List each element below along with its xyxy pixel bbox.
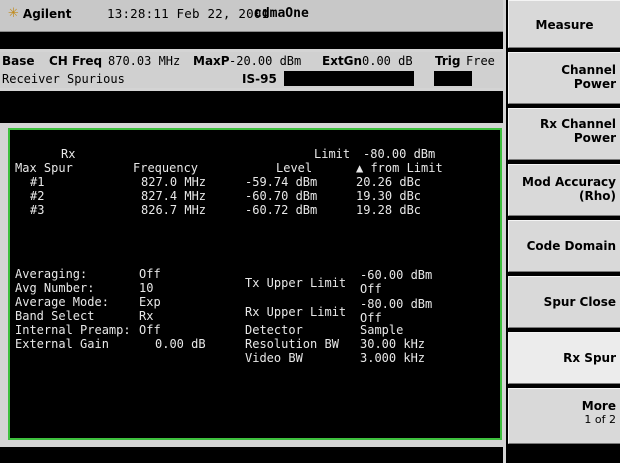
ext-gain-label: External Gain: [15, 337, 109, 351]
spur-id: #2: [30, 189, 45, 203]
video-bw-label: Video BW: [245, 351, 303, 365]
video-bw-value: 3.000 kHz: [360, 351, 426, 365]
annotation-bar: [0, 91, 503, 123]
maxp-value: -20.00 dBm: [229, 54, 302, 68]
spur-level: -60.70 dBm: [245, 189, 318, 203]
spur-delta: 19.30 dBc: [356, 189, 422, 203]
res-bw-label: Resolution BW: [245, 337, 339, 351]
spur-level: -60.72 dBm: [245, 203, 318, 217]
header-bar: ✳ Agilent 13:28:11 Feb 22, 2001 cdmaOne: [0, 0, 503, 32]
extgn-value: 0.00 dB: [362, 54, 413, 68]
button-label: Rx Channel: [540, 117, 616, 131]
res-bw-value: 30.00 kHz: [360, 337, 426, 351]
spur-frequency: 827.4 MHz: [141, 189, 207, 203]
standard-label: IS-95: [242, 72, 277, 86]
spur-frequency: 827.0 MHz: [141, 175, 207, 189]
message-bar: [0, 32, 503, 49]
tx-upper-limit-label: Tx Upper Limit: [245, 276, 347, 290]
spur-close-button[interactable]: Spur Close: [508, 276, 620, 328]
status-line-2: Receiver Spurious IS-95: [0, 70, 503, 88]
limit-label: Limit: [314, 147, 351, 161]
button-label: (Rho): [579, 189, 616, 203]
spur-delta: 19.28 dBc: [356, 203, 422, 217]
mod-accuracy-rho-button[interactable]: Mod Accuracy (Rho): [508, 164, 620, 216]
avg-number-label: Avg Number:: [15, 281, 95, 295]
time: 13:28:11: [107, 6, 169, 21]
trig-label: Trig: [435, 54, 461, 68]
button-label: Power: [573, 77, 616, 91]
brand-name: Agilent: [22, 6, 72, 21]
col-max-spur: Max Spur: [15, 161, 73, 175]
spur-id: #1: [30, 175, 45, 189]
brand: ✳ Agilent: [8, 6, 71, 21]
indicator-box: [284, 71, 414, 86]
status-line: Base CH Freq 870.03 MHz MaxP -20.00 dBm …: [0, 52, 503, 70]
analyzer-screen: ✳ Agilent 13:28:11 Feb 22, 2001 cdmaOne …: [0, 0, 620, 463]
button-label: Power: [573, 131, 616, 145]
agilent-spark-icon: ✳: [8, 6, 19, 21]
averaging-value: Off: [139, 267, 161, 281]
detector-value: Sample: [360, 323, 404, 337]
code-domain-button[interactable]: Code Domain: [508, 220, 620, 272]
trig-value: Free: [466, 54, 495, 68]
rx-upper-limit-value: -80.00 dBm: [360, 297, 433, 311]
band-select-label: Band Select: [15, 309, 95, 323]
col-level: Level: [276, 161, 313, 175]
button-label: Mod Accuracy: [522, 175, 616, 189]
avg-mode-label: Average Mode:: [15, 295, 109, 309]
measurement-name: Receiver Spurious: [2, 72, 125, 86]
spur-frequency: 826.7 MHz: [141, 203, 207, 217]
preamp-label: Internal Preamp:: [15, 323, 131, 337]
button-label: Code Domain: [526, 239, 616, 253]
spur-level: -59.74 dBm: [245, 175, 318, 189]
maxp-label: MaxP: [193, 54, 230, 68]
ch-freq-label: CH Freq: [49, 54, 103, 68]
mode-label: cdmaOne: [254, 6, 309, 21]
page-indicator: 1 of 2: [584, 413, 616, 426]
preamp-value: Off: [139, 323, 161, 337]
rx-upper-limit-label: Rx Upper Limit: [245, 305, 347, 319]
datetime: 13:28:11 Feb 22, 2001: [107, 6, 269, 21]
mode-base: Base: [2, 54, 35, 68]
delta-from-limit-label: ▲ from Limit: [356, 161, 443, 175]
spur-id: #3: [30, 203, 45, 217]
more-button[interactable]: More 1 of 2: [508, 388, 620, 444]
rx-spur-button[interactable]: Rx Spur: [508, 332, 620, 384]
averaging-label: Averaging:: [15, 267, 88, 281]
ch-freq-value: 870.03 MHz: [108, 54, 181, 68]
limit-value: -80.00 dBm: [363, 147, 436, 161]
avg-mode-value: Exp: [139, 295, 161, 309]
tx-upper-limit-value: -60.00 dBm: [360, 268, 433, 282]
detector-label: Detector: [245, 323, 303, 337]
softkey-panel: Measure Channel Power Rx Channel Power M…: [506, 0, 620, 463]
button-label: Rx Spur: [563, 351, 616, 365]
rx-channel-power-button[interactable]: Rx Channel Power: [508, 108, 620, 160]
extgn-label: ExtGn: [322, 54, 363, 68]
button-label: Channel: [561, 63, 616, 77]
button-label: More: [581, 399, 616, 413]
ext-gain-value: 0.00 dB: [155, 337, 206, 351]
tx-upper-limit-state: Off: [360, 282, 382, 296]
spur-delta: 20.26 dBc: [356, 175, 422, 189]
button-label: Spur Close: [543, 295, 616, 309]
avg-number-value: 10: [139, 281, 154, 295]
results-display: Rx Max Spur Frequency Level Limit -80.00…: [8, 128, 502, 440]
band-select-value: Rx: [139, 309, 154, 323]
bottom-bar: [0, 447, 503, 463]
channel-power-button[interactable]: Channel Power: [508, 52, 620, 104]
col-frequency: Frequency: [133, 161, 199, 175]
indicator-box-2: [434, 71, 472, 86]
menu-title-measure: Measure: [508, 0, 620, 48]
col-rx: Rx: [61, 147, 76, 161]
